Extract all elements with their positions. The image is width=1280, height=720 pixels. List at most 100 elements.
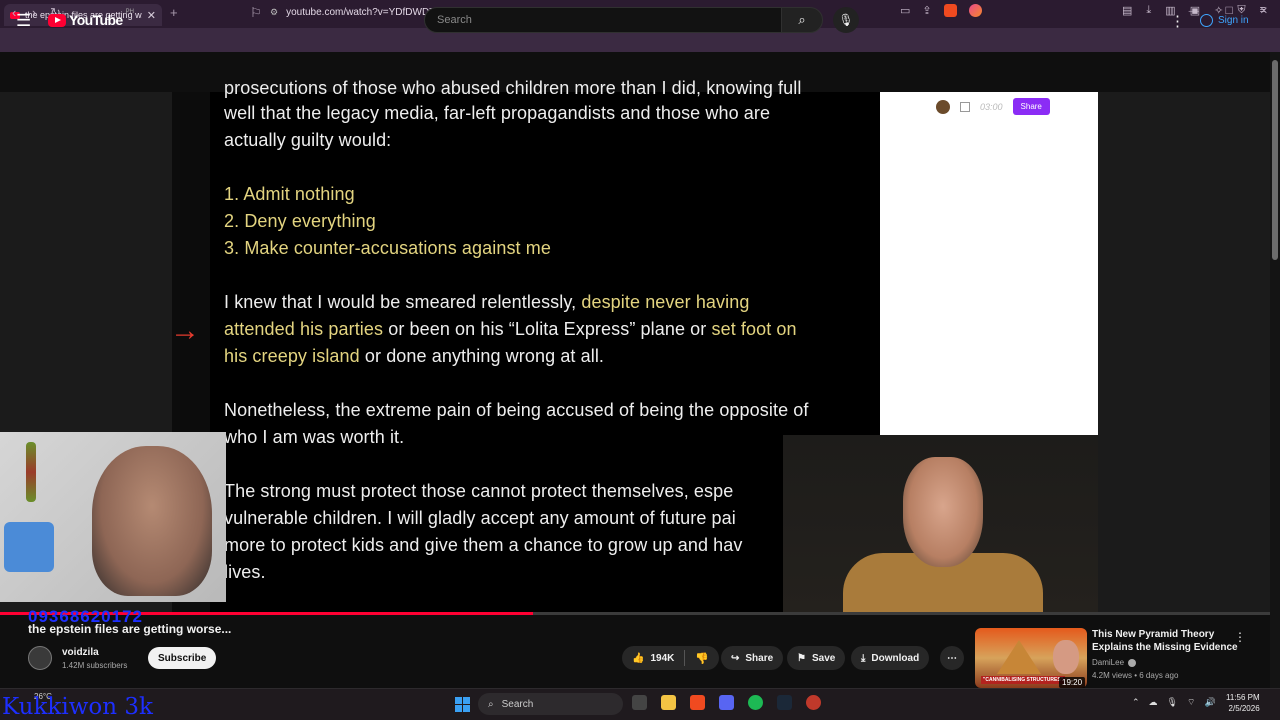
tray-mic-icon[interactable]: 🎙 xyxy=(1167,697,1178,708)
windows-start-icon[interactable] xyxy=(455,697,470,712)
share-arrow-icon: ↪ xyxy=(731,652,740,664)
dislike-button[interactable]: 👎 xyxy=(685,652,719,665)
wifi-icon[interactable]: ⌔ xyxy=(1187,697,1195,708)
doc-line: Nonetheless, the extreme pain of being a… xyxy=(224,400,809,420)
recommended-kebab-icon[interactable]: ⋮ xyxy=(1234,630,1246,644)
channel-name[interactable]: voidzila xyxy=(62,647,99,658)
hamburger-menu-icon[interactable]: ☰ xyxy=(16,11,31,31)
spotify-icon[interactable] xyxy=(748,695,763,710)
recommended-video-title[interactable]: This New Pyramid Theory Explains the Mis… xyxy=(1092,628,1242,654)
logo-wordmark: YouTube xyxy=(69,12,123,28)
browser-menu-icon[interactable]: ≡ xyxy=(1260,4,1266,17)
recommended-channel[interactable]: DamiLee xyxy=(1092,658,1137,667)
brave-shields-icon[interactable] xyxy=(943,4,957,17)
bookmark-save-icon: ⚑ xyxy=(797,652,806,664)
doc-list-item: 2. Deny everything xyxy=(224,211,376,231)
bookmark-icon[interactable]: ⚐ xyxy=(250,5,262,21)
download-arrow-icon: ⤓ xyxy=(861,652,866,664)
panel-share-button[interactable]: Share xyxy=(1012,98,1050,115)
save-button[interactable]: ⚑ Save xyxy=(787,646,846,670)
thumbs-up-icon: 👍 xyxy=(632,652,645,664)
forward-icon[interactable]: › xyxy=(32,5,36,20)
video-duration: 19:20 xyxy=(1059,677,1086,688)
doc-list-item: 1. Admit nothing xyxy=(224,184,355,204)
video-title: the epstein files are getting worse... xyxy=(28,622,232,636)
country-code: PH xyxy=(125,9,134,15)
streamer-face xyxy=(92,446,212,596)
clock-date: 2/5/2026 xyxy=(1228,704,1260,713)
taskbar-search[interactable]: ⌕ Search xyxy=(478,693,623,715)
microphone-icon: 🎙 xyxy=(838,13,854,27)
share-page-icon[interactable]: ⇪ xyxy=(922,4,931,17)
discord-icon[interactable] xyxy=(719,695,734,710)
tray-app-icon[interactable]: ☁ xyxy=(1149,697,1158,708)
doc-line: his creepy island or done anything wrong… xyxy=(224,346,605,366)
task-view-icon[interactable] xyxy=(632,695,647,710)
recommended-channel-name: DamiLee xyxy=(1092,658,1125,667)
pyramid-image xyxy=(997,640,1041,674)
overlay-ticker-text: Kukkiwon 3k xyxy=(2,694,153,720)
url-action-icons: ▭ ⇪ xyxy=(900,4,982,17)
lamp-decoration xyxy=(26,442,36,502)
brave-browser-icon[interactable] xyxy=(690,695,705,710)
cast-icon[interactable]: ▭ xyxy=(900,4,910,17)
channel-avatar[interactable] xyxy=(28,646,52,670)
sign-in-label: Sign in xyxy=(1218,14,1249,26)
youtube-logo[interactable]: YouTube PH xyxy=(48,9,134,28)
more-actions-button[interactable]: ⋯ xyxy=(940,646,964,670)
presenter-face xyxy=(1053,640,1079,674)
steam-icon[interactable] xyxy=(777,695,792,710)
brave-rewards-icon[interactable] xyxy=(968,4,982,17)
verified-badge-icon xyxy=(1128,658,1137,667)
streamer-webcam xyxy=(0,432,226,602)
doc-line: The strong must protect those cannot pro… xyxy=(224,481,734,501)
taskbar-search-label: Search xyxy=(501,698,534,710)
taskbar-clock[interactable]: 11:56 PM 2/5/2026 xyxy=(1226,692,1260,714)
taskbar-search-icon: ⌕ xyxy=(488,698,494,710)
shared-document: prosecutions of those who abused childre… xyxy=(210,78,880,612)
file-explorer-icon[interactable] xyxy=(661,695,676,710)
tab-close-icon[interactable]: ✕ xyxy=(147,9,156,22)
account-icon xyxy=(1200,13,1213,27)
share-label: Share xyxy=(745,652,774,664)
doc-line: more to protect kids and give them a cha… xyxy=(224,535,743,555)
obs-icon[interactable] xyxy=(806,695,821,710)
doc-line: vulnerable children. I will gladly accep… xyxy=(224,508,736,528)
tray-chevron-icon[interactable]: ⌃ xyxy=(1132,697,1140,708)
reactor-webcam xyxy=(783,435,1098,613)
search-button[interactable]: ⌕ xyxy=(781,7,823,33)
plush-toy xyxy=(4,522,54,572)
recording-toolbar: 03:00 Share xyxy=(936,98,1050,115)
doc-line: actually guilty would: xyxy=(224,130,392,150)
subscriber-count: 1.42M subscribers xyxy=(62,661,128,670)
reactor-face xyxy=(903,457,983,567)
layout-icon[interactable] xyxy=(960,101,970,112)
save-label: Save xyxy=(811,652,836,664)
youtube-play-icon xyxy=(48,13,66,27)
like-count: 194K xyxy=(650,652,675,664)
search-icon: ⌕ xyxy=(798,12,806,27)
scrollbar-thumb[interactable] xyxy=(1272,60,1278,260)
subscribe-button[interactable]: Subscribe xyxy=(148,647,217,669)
doc-line: who I am was worth it. xyxy=(224,427,405,447)
sign-in-button[interactable]: Sign in xyxy=(1192,9,1257,31)
more-horizontal-icon: ⋯ xyxy=(947,652,957,664)
settings-kebab-icon[interactable]: ⋮ xyxy=(1170,12,1185,30)
thumbs-down-icon: 👎 xyxy=(695,652,710,665)
doc-list-item: 3. Make counter-accusations against me xyxy=(224,238,551,258)
download-tray-icon[interactable]: ⤓ xyxy=(1146,4,1151,17)
new-tab-icon[interactable]: + xyxy=(170,5,178,20)
like-dislike-group: 👍 194K 👎 xyxy=(622,646,720,670)
site-info-icon[interactable]: ⚙ xyxy=(270,7,278,18)
sidebar-icon[interactable]: ▤ xyxy=(1122,4,1132,17)
doc-line: well that the legacy media, far-left pro… xyxy=(224,103,771,123)
download-button[interactable]: ⤓ Download xyxy=(851,646,930,670)
volume-icon[interactable]: 🔊 xyxy=(1204,697,1215,708)
like-button[interactable]: 👍 194K xyxy=(622,653,684,664)
red-arrow-icon: → xyxy=(170,314,200,347)
voice-search-button[interactable]: 🎙 xyxy=(833,7,859,33)
doc-line: lives. xyxy=(224,562,266,582)
search-input[interactable]: Search xyxy=(424,7,782,33)
thumbnail-caption: "CANNIBALISING STRUCTURES" xyxy=(981,676,1066,684)
share-button[interactable]: ↪ Share xyxy=(721,646,784,670)
